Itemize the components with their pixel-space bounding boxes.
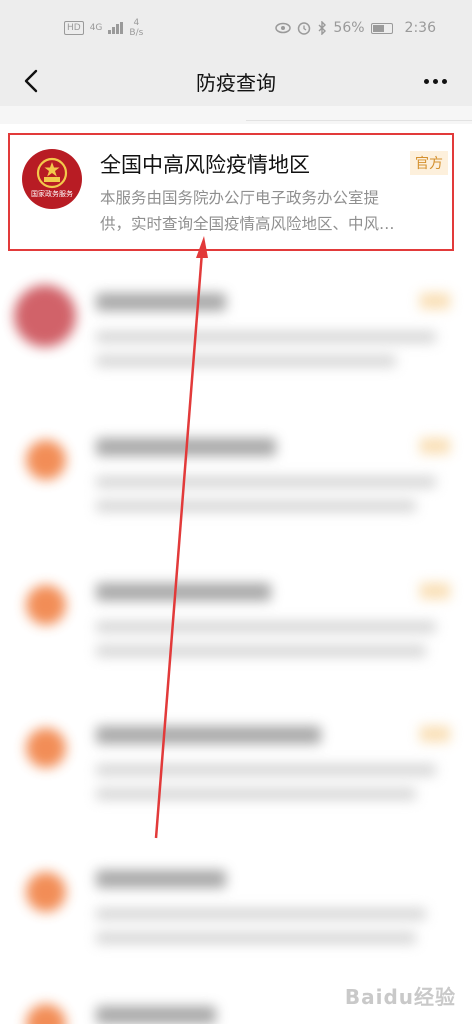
status-bar: HD 4G 4 B/s 56% 2:36 bbox=[0, 0, 472, 56]
list-item-badge bbox=[420, 726, 450, 742]
alarm-icon bbox=[298, 22, 311, 35]
watermark: Baidu经验 bbox=[344, 985, 456, 1009]
list-item-line bbox=[96, 621, 436, 633]
result-title[interactable]: 全国中高风险疫情地区 bbox=[100, 149, 310, 179]
list-item-title bbox=[96, 438, 276, 456]
blurred-list-item[interactable] bbox=[0, 862, 472, 982]
status-time: 2:36 bbox=[404, 20, 436, 36]
list-item-line bbox=[96, 764, 436, 776]
list-item-badge bbox=[420, 438, 450, 454]
blurred-list-item[interactable] bbox=[0, 575, 472, 695]
result-description-line: 供，实时查询全国疫情高风险地区、中风… bbox=[100, 215, 395, 233]
header-divider bbox=[0, 106, 472, 124]
list-item-line bbox=[96, 788, 416, 800]
list-item-title bbox=[96, 293, 226, 311]
eye-icon bbox=[275, 22, 292, 34]
signal-icon bbox=[108, 22, 124, 34]
list-item-icon bbox=[26, 728, 66, 768]
battery-icon bbox=[370, 22, 393, 34]
list-item-title bbox=[96, 870, 226, 888]
back-icon[interactable] bbox=[14, 64, 48, 98]
bluetooth-icon bbox=[318, 21, 327, 35]
network-speed-unit: B/s bbox=[129, 28, 144, 38]
nav-bar: 防疫查询 bbox=[0, 56, 472, 106]
featured-result-card[interactable]: 国家政务服务 全国中高风险疫情地区 官方 本服务由国务院办公厅电子政务办公室提 … bbox=[8, 133, 454, 251]
status-left: HD 4G 4 B/s bbox=[64, 18, 143, 38]
emblem-label: 国家政务服务 bbox=[31, 190, 73, 198]
list-item-icon bbox=[26, 440, 66, 480]
blurred-list-item[interactable] bbox=[0, 430, 472, 550]
list-item-line bbox=[96, 932, 416, 944]
list-item-title bbox=[96, 1006, 216, 1024]
list-item-icon bbox=[26, 1004, 66, 1024]
emblem-graphic bbox=[36, 157, 68, 189]
network-speed-value: 4 bbox=[133, 18, 140, 28]
list-item-title bbox=[96, 583, 271, 601]
status-right: 56% 2:36 bbox=[275, 20, 436, 36]
result-description: 本服务由国务院办公厅电子政务办公室提 供，实时查询全国疫情高风险地区、中风… bbox=[100, 185, 450, 237]
blurred-list-item[interactable] bbox=[0, 718, 472, 838]
national-emblem-icon: 国家政务服务 bbox=[22, 149, 82, 209]
list-item-line bbox=[96, 331, 436, 343]
network-type: 4G bbox=[89, 23, 103, 33]
page-title: 防疫查询 bbox=[196, 70, 276, 95]
list-item-badge bbox=[420, 583, 450, 599]
list-item-line bbox=[96, 645, 426, 657]
list-item-line bbox=[96, 908, 426, 920]
result-description-line: 本服务由国务院办公厅电子政务办公室提 bbox=[100, 189, 380, 207]
hd-icon: HD bbox=[64, 21, 84, 35]
list-item-line bbox=[96, 355, 396, 367]
list-item-line bbox=[96, 500, 416, 512]
list-item-badge bbox=[420, 293, 450, 309]
official-badge: 官方 bbox=[410, 151, 448, 175]
network-speed: 4 B/s bbox=[129, 18, 143, 38]
battery-percent: 56% bbox=[333, 20, 365, 36]
more-options-icon[interactable] bbox=[418, 66, 452, 96]
list-item-icon bbox=[26, 872, 66, 912]
list-item-icon bbox=[26, 585, 66, 625]
blurred-list-item[interactable] bbox=[0, 285, 472, 405]
list-item-icon bbox=[14, 285, 76, 347]
list-item-title bbox=[96, 726, 321, 744]
list-item-line bbox=[96, 476, 436, 488]
